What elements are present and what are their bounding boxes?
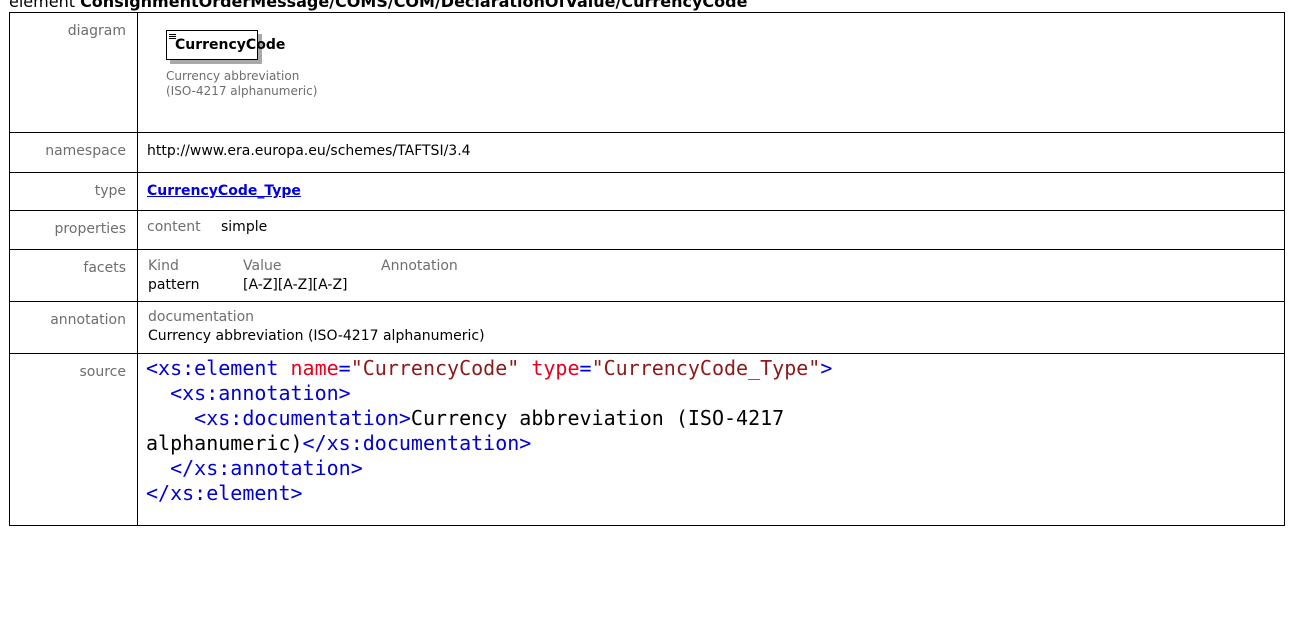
src-l5: </xs:annotation>	[170, 456, 363, 480]
element-box-documentation: Currency abbreviation (ISO-4217 alphanum…	[166, 69, 317, 99]
src-l6: </xs:element>	[146, 481, 303, 505]
diagram-doc-line-1: Currency abbreviation	[166, 69, 300, 83]
type-row: type CurrencyCode_Type	[9, 172, 1285, 211]
src-l1-attr1: name	[290, 356, 339, 380]
src-l1-val2: "CurrencyCode_Type"	[591, 356, 821, 380]
src-l4-close: </xs:documentation>	[302, 431, 532, 455]
facets-col-value: Value	[243, 258, 282, 274]
annotation-key: documentation	[148, 309, 255, 325]
type-label: type	[94, 183, 126, 199]
type-link[interactable]: CurrencyCode_Type	[147, 183, 301, 199]
facet-row: pattern [A-Z][A-Z][A-Z]	[142, 276, 1284, 295]
src-l3-text: Currency abbreviation (ISO-4217	[410, 406, 785, 430]
src-l4-text: alphanumeric)	[146, 431, 303, 455]
source-row: source <xs:element name="CurrencyCode" t…	[9, 353, 1285, 526]
annotation-text: Currency abbreviation (ISO-4217 alphanum…	[148, 328, 485, 344]
properties-label: properties	[54, 221, 126, 237]
diagram-row: diagram CurrencyCode Currency abbreviati…	[9, 12, 1285, 133]
facets-label-cell: facets	[9, 249, 138, 302]
annotation-row: annotation documentation Currency abbrev…	[9, 301, 1285, 354]
facets-header: Kind Value Annotation	[142, 257, 1284, 276]
properties-key: content	[147, 219, 201, 235]
properties-label-cell: properties	[9, 210, 138, 250]
page-header-prefix: element	[9, 0, 81, 11]
source-label: source	[79, 364, 127, 380]
namespace-label: namespace	[45, 143, 126, 159]
page-header-path: ConsignmentOrderMessage/COMS/COM/Declara…	[80, 0, 748, 11]
source-code: <xs:element name="CurrencyCode" type="Cu…	[146, 354, 1284, 506]
diagram-doc-line-2: (ISO-4217 alphanumeric)	[166, 84, 318, 98]
facets-col-kind: Kind	[148, 258, 179, 274]
facets-value-cell: Kind Value Annotation pattern [A-Z][A-Z][A-…	[137, 249, 1285, 302]
type-value-cell: CurrencyCode_Type	[137, 172, 1285, 211]
namespace-value-cell: http://www.era.europa.eu/schemes/TAFTSI/…	[137, 132, 1285, 173]
namespace-value: http://www.era.europa.eu/schemes/TAFTSI/…	[147, 143, 471, 159]
properties-value-cell: content simple	[137, 210, 1285, 250]
diagram-cell: CurrencyCode Currency abbreviation (ISO-…	[137, 12, 1285, 133]
annotation-value-cell: documentation Currency abbreviation (ISO…	[137, 301, 1285, 354]
schema-diagram: CurrencyCode Currency abbreviation (ISO-…	[138, 13, 1284, 132]
page-header: element ConsignmentOrderMessage/COMS/COM…	[9, 0, 747, 12]
src-l1-eq1: =	[338, 356, 351, 380]
src-l2: <xs:annotation>	[170, 381, 351, 405]
annotation-label-cell: annotation	[9, 301, 138, 354]
source-value-cell: <xs:element name="CurrencyCode" type="Cu…	[137, 353, 1285, 526]
namespace-label-cell: namespace	[9, 132, 138, 173]
facets-label: facets	[83, 260, 126, 276]
src-l1-open: <xs:element	[146, 356, 279, 380]
diagram-label: diagram	[67, 23, 126, 39]
src-l1-val1: "CurrencyCode"	[350, 356, 520, 380]
src-l1-eq2: =	[579, 356, 592, 380]
src-l1-close: >	[820, 356, 833, 380]
element-doc-table: diagram CurrencyCode Currency abbreviati…	[9, 12, 1285, 526]
facet-kind: pattern	[148, 277, 200, 293]
diagram-label-cell: diagram	[9, 12, 138, 133]
facets-col-annotation: Annotation	[381, 258, 458, 274]
facets-table: Kind Value Annotation pattern [A-Z][A-Z][A-…	[142, 250, 1284, 295]
properties-line: content simple	[139, 211, 1284, 235]
type-label-cell: type	[9, 172, 138, 211]
namespace-row: namespace http://www.era.europa.eu/schem…	[9, 132, 1285, 173]
src-l3-open: <xs:documentation>	[194, 406, 411, 430]
element-box[interactable]: CurrencyCode	[166, 30, 285, 60]
annotation-label: annotation	[50, 312, 126, 328]
properties-row: properties content simple	[9, 210, 1285, 250]
source-label-cell: source	[9, 353, 138, 526]
src-l1-attr2: type	[531, 356, 580, 380]
facet-value: [A-Z][A-Z][A-Z]	[243, 277, 348, 293]
properties-value: simple	[221, 219, 268, 235]
element-box-name: CurrencyCode	[175, 37, 286, 53]
facets-row: facets Kind Value Annotation pattern [A-Z][…	[9, 249, 1285, 302]
